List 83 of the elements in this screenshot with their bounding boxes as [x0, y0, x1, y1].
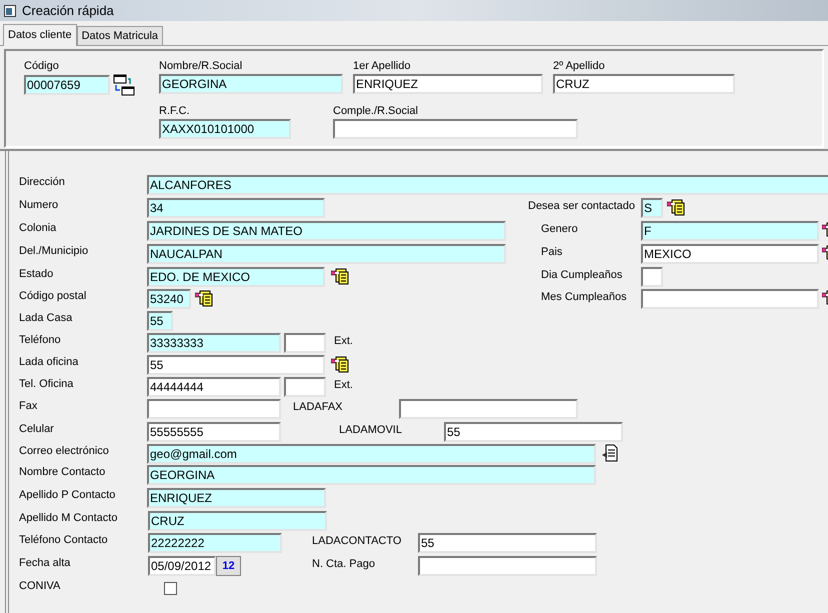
text-field[interactable] — [284, 333, 326, 353]
field-label: Nombre/R.Social — [159, 59, 244, 74]
field-label: Código — [24, 59, 60, 74]
text-field[interactable]: 55 — [147, 355, 325, 375]
text-field[interactable]: GEORGINA — [159, 74, 343, 94]
field-label: LADAMOVIL — [339, 423, 403, 437]
text-field[interactable]: S — [641, 198, 663, 218]
field-label: Código postal — [19, 289, 88, 303]
text-field[interactable]: 34 — [147, 198, 325, 218]
text-field[interactable] — [418, 556, 597, 576]
field-label: LADACONTACTO — [312, 534, 402, 548]
text-field[interactable]: ALCANFORES — [147, 175, 828, 195]
field-label: Teléfono Contacto — [19, 533, 109, 547]
document-arrow-icon[interactable] — [331, 355, 349, 373]
field-label: Colonia — [19, 221, 58, 235]
text-field[interactable] — [399, 399, 578, 419]
text-field[interactable]: 55 — [418, 533, 597, 553]
field-label: Ext. — [334, 378, 354, 392]
text-field[interactable] — [641, 267, 663, 287]
text-field[interactable]: F — [641, 221, 819, 241]
text-field[interactable]: NAUCALPAN — [147, 244, 506, 264]
document-arrow-icon[interactable] — [667, 198, 685, 216]
field-label: Nombre Contacto — [19, 465, 106, 479]
text-field[interactable]: MEXICO — [641, 244, 819, 264]
tab[interactable]: Datos Matricula — [76, 26, 164, 45]
document-icon[interactable] — [601, 444, 619, 462]
text-field[interactable]: 44444444 — [147, 377, 281, 397]
window-icon — [4, 4, 16, 16]
field-label: Dirección — [19, 175, 66, 189]
text-field[interactable]: geo@gmail.com — [147, 444, 596, 464]
field-label: CONIVA — [19, 579, 62, 593]
text-field[interactable]: 55 — [444, 422, 623, 442]
field-label: Pais — [541, 245, 564, 259]
field-label: Mes Cumpleaños — [541, 290, 628, 304]
text-field[interactable] — [333, 119, 578, 139]
field-label: Dia Cumpleaños — [541, 268, 624, 282]
text-field[interactable] — [284, 377, 326, 397]
field-label: Desea ser contactado — [528, 199, 636, 213]
text-field[interactable]: 55555555 — [147, 422, 281, 442]
text-field[interactable]: 55 — [147, 311, 173, 331]
field-label: Apellido P Contacto — [19, 488, 116, 502]
field-label: 2º Apellido — [553, 59, 606, 74]
windows-swap-icon[interactable] — [113, 74, 135, 96]
field-label: Numero — [19, 198, 60, 212]
tab[interactable]: Datos cliente — [3, 24, 77, 46]
window-title: Creación rápida — [22, 2, 114, 20]
text-field[interactable]: 00007659 — [24, 75, 110, 95]
text-field[interactable]: 22222222 — [148, 533, 282, 553]
text-field[interactable]: EDO. DE MEXICO — [147, 267, 325, 287]
field-label: Fecha alta — [19, 556, 72, 570]
text-field[interactable]: 53240 — [147, 289, 191, 309]
field-label: Del./Municipio — [19, 244, 90, 258]
field-label: Apellido M Contacto — [19, 511, 118, 525]
text-field[interactable]: XAXX010101000 — [159, 119, 291, 139]
field-label: Ext. — [334, 334, 354, 348]
text-field[interactable]: ENRIQUEZ — [147, 488, 326, 508]
field-label: Teléfono — [19, 333, 62, 347]
field-label: Estado — [19, 267, 54, 281]
field-label: Correo electrónico — [19, 444, 110, 458]
text-field[interactable]: GEORGINA — [147, 465, 596, 485]
date-field[interactable]: 05/09/2012 — [148, 556, 216, 576]
field-label: R.F.C. — [159, 104, 191, 119]
field-label: Celular — [19, 422, 55, 436]
document-arrow-icon[interactable] — [331, 267, 349, 285]
text-field[interactable]: JARDINES DE SAN MATEO — [147, 221, 506, 241]
text-field[interactable] — [641, 289, 819, 309]
text-field[interactable]: CRUZ — [553, 74, 735, 94]
field-label: Genero — [541, 222, 579, 236]
text-field[interactable]: 33333333 — [147, 333, 281, 353]
field-label: LADAFAX — [293, 400, 344, 414]
checkbox[interactable] — [164, 582, 177, 595]
field-label: Lada Casa — [19, 311, 74, 325]
text-field[interactable]: ENRIQUEZ — [353, 74, 543, 94]
field-label: N. Cta. Pago — [312, 557, 376, 571]
field-label: Comple./R.Social — [333, 104, 419, 119]
field-label: Fax — [19, 399, 38, 413]
text-field[interactable]: CRUZ — [148, 511, 327, 531]
text-field[interactable] — [147, 399, 281, 419]
document-arrow-icon[interactable] — [195, 289, 213, 307]
calendar-button[interactable]: 12 — [216, 556, 241, 576]
field-label: Tel. Oficina — [19, 377, 74, 391]
field-label: Lada oficina — [19, 355, 80, 369]
field-label: 1er Apellido — [353, 59, 412, 74]
